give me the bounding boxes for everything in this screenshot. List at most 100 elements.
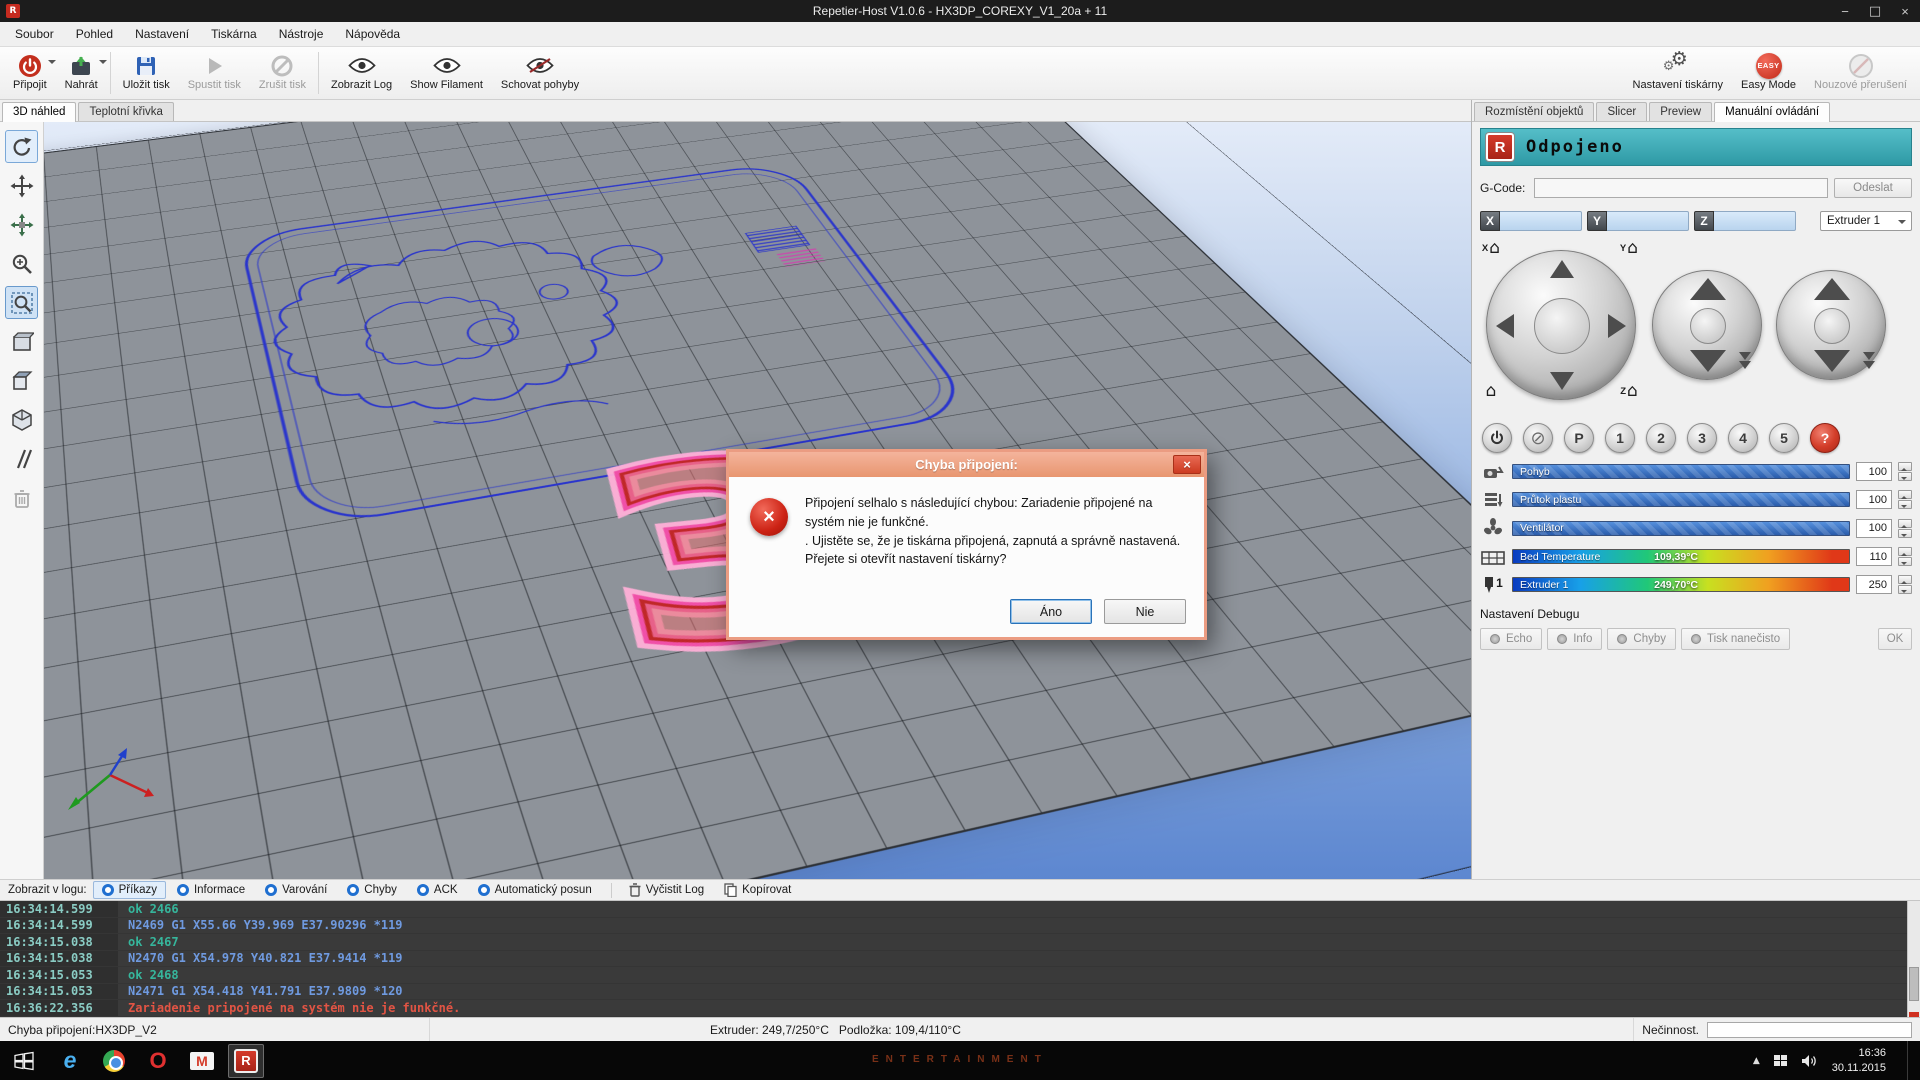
speed-spinner[interactable] bbox=[1898, 462, 1912, 481]
jog-z-minus-arrow[interactable] bbox=[1690, 350, 1726, 372]
start-button[interactable] bbox=[0, 1041, 48, 1080]
speed-value[interactable]: 100 bbox=[1856, 462, 1892, 481]
extruder-temp-gauge[interactable]: Extruder 1 249,70°C bbox=[1512, 577, 1850, 592]
preset-2-button[interactable]: 2 bbox=[1646, 423, 1676, 453]
menu-item-napoveda[interactable]: Nápověda bbox=[334, 23, 411, 45]
view-iso-button[interactable] bbox=[5, 403, 38, 436]
power-button[interactable] bbox=[1482, 423, 1512, 453]
filter-ack-button[interactable]: ACK bbox=[408, 881, 467, 899]
preset-3-button[interactable]: 3 bbox=[1687, 423, 1717, 453]
dialog-yes-button[interactable]: Áno bbox=[1010, 599, 1092, 624]
taskbar-ie-icon[interactable]: e bbox=[52, 1044, 88, 1078]
axis-x-position[interactable]: X bbox=[1480, 211, 1582, 231]
fan-spinner[interactable] bbox=[1898, 519, 1912, 538]
gcode-input[interactable] bbox=[1534, 178, 1828, 198]
send-gcode-button[interactable]: Odeslat bbox=[1834, 178, 1912, 198]
taskbar-chrome-icon[interactable] bbox=[96, 1044, 132, 1078]
filter-info-button[interactable]: Informace bbox=[168, 881, 254, 899]
fan-slider[interactable]: Ventilátor bbox=[1512, 521, 1850, 536]
extruder-jog-knob[interactable] bbox=[1814, 308, 1850, 344]
show-filament-button[interactable]: Show Filament bbox=[401, 47, 492, 99]
debug-dry-run-button[interactable]: Tisk nanečisto bbox=[1681, 628, 1790, 650]
debug-info-button[interactable]: Info bbox=[1547, 628, 1602, 650]
cancel-print-button[interactable]: Zrušit tisk bbox=[250, 47, 315, 99]
filter-warnings-button[interactable]: Varování bbox=[256, 881, 336, 899]
taskbar-clock[interactable]: 16:36 30.11.2015 bbox=[1832, 1046, 1886, 1075]
taskbar-gmail-icon[interactable]: M bbox=[184, 1044, 220, 1078]
tab-temperature-curve[interactable]: Teplotní křivka bbox=[78, 102, 174, 121]
preset-4-button[interactable]: 4 bbox=[1728, 423, 1758, 453]
jog-y-plus-arrow[interactable] bbox=[1550, 260, 1574, 278]
window-close-button[interactable]: × bbox=[1890, 0, 1920, 22]
window-maximize-button[interactable]: □ bbox=[1860, 0, 1890, 22]
bed-temp-spinner[interactable] bbox=[1898, 547, 1912, 566]
preset-1-button[interactable]: 1 bbox=[1605, 423, 1635, 453]
connect-button[interactable]: Připojit bbox=[4, 47, 56, 99]
filter-errors-button[interactable]: Chyby bbox=[338, 881, 406, 899]
clear-log-button[interactable]: Vyčistit Log bbox=[620, 880, 713, 900]
copy-log-button[interactable]: Kopírovat bbox=[715, 880, 800, 900]
rotate-view-button[interactable] bbox=[5, 130, 38, 163]
menu-item-soubor[interactable]: Soubor bbox=[4, 23, 65, 45]
log-output[interactable]: 16:34:14.599ok 2466 16:34:14.599N2469 G1… bbox=[0, 901, 1920, 1017]
preset-5-button[interactable]: 5 bbox=[1769, 423, 1799, 453]
filter-commands-button[interactable]: Příkazy bbox=[93, 881, 166, 899]
axis-y-position[interactable]: Y bbox=[1587, 211, 1689, 231]
z-jog-knob[interactable] bbox=[1690, 308, 1726, 344]
menu-item-pohled[interactable]: Pohled bbox=[65, 23, 124, 45]
parallel-projection-button[interactable] bbox=[5, 442, 38, 475]
filter-autoscroll-button[interactable]: Automatický posun bbox=[469, 881, 601, 899]
start-print-button[interactable]: Spustit tisk bbox=[179, 47, 250, 99]
extruder-temp-target[interactable]: 250 bbox=[1856, 575, 1892, 594]
show-log-button[interactable]: Zobrazit Log bbox=[322, 47, 401, 99]
debug-ok-button[interactable]: OK bbox=[1878, 628, 1912, 650]
printer-settings-button[interactable]: ⚙ ⚙ Nastavení tiskárny bbox=[1624, 47, 1732, 99]
hide-moves-button[interactable]: Schovat pohyby bbox=[492, 47, 588, 99]
dialog-title-bar[interactable]: Chyba připojení: × bbox=[729, 452, 1204, 477]
show-desktop-button[interactable] bbox=[1907, 1041, 1916, 1080]
tab-3d-view[interactable]: 3D náhled bbox=[2, 102, 76, 122]
menu-item-tiskarna[interactable]: Tiskárna bbox=[200, 23, 268, 45]
jog-z-plus-arrow[interactable] bbox=[1690, 278, 1726, 300]
scrollbar-thumb[interactable] bbox=[1909, 967, 1919, 1001]
jog-x-minus-arrow[interactable] bbox=[1496, 314, 1514, 338]
home-x-button[interactable]: X ⌂ bbox=[1478, 237, 1504, 259]
log-scrollbar[interactable] bbox=[1907, 901, 1920, 1017]
easy-mode-button[interactable]: EASY Easy Mode bbox=[1732, 47, 1805, 99]
jog-x-plus-arrow[interactable] bbox=[1608, 314, 1626, 338]
window-minimize-button[interactable]: − bbox=[1830, 0, 1860, 22]
move-view-button[interactable] bbox=[5, 169, 38, 202]
delete-object-button[interactable] bbox=[5, 481, 38, 514]
zoom-button[interactable] bbox=[5, 247, 38, 280]
debug-echo-button[interactable]: Echo bbox=[1480, 628, 1542, 650]
extrude-arrow[interactable] bbox=[1814, 350, 1850, 372]
taskbar-repetier-icon[interactable]: R bbox=[228, 1044, 264, 1078]
jog-y-minus-arrow[interactable] bbox=[1550, 372, 1574, 390]
z-jog-pad[interactable] bbox=[1652, 270, 1762, 380]
view-front-button[interactable] bbox=[5, 325, 38, 358]
speed-slider[interactable]: Pohyb bbox=[1512, 464, 1850, 479]
flow-slider[interactable]: Průtok plastu bbox=[1512, 492, 1850, 507]
tab-object-placement[interactable]: Rozmístění objektů bbox=[1474, 102, 1594, 121]
tab-manual-control[interactable]: Manuální ovládání bbox=[1714, 102, 1830, 122]
move-object-button[interactable] bbox=[5, 208, 38, 241]
xy-jog-pad[interactable] bbox=[1486, 250, 1636, 400]
dialog-close-button[interactable]: × bbox=[1173, 455, 1201, 474]
home-z-button[interactable]: Z ⌂ bbox=[1616, 380, 1642, 402]
connect-dropdown-caret[interactable] bbox=[48, 60, 56, 68]
z-fast-move-icon[interactable] bbox=[1739, 352, 1751, 369]
speaker-icon[interactable] bbox=[1801, 1054, 1817, 1068]
retract-arrow[interactable] bbox=[1814, 278, 1850, 300]
xy-jog-knob[interactable] bbox=[1534, 298, 1590, 354]
flow-spinner[interactable] bbox=[1898, 490, 1912, 509]
park-button[interactable]: P bbox=[1564, 423, 1594, 453]
flow-value[interactable]: 100 bbox=[1856, 490, 1892, 509]
bed-temp-target[interactable]: 110 bbox=[1856, 547, 1892, 566]
extruder-temp-spinner[interactable] bbox=[1898, 575, 1912, 594]
load-button[interactable]: Nahrát bbox=[56, 47, 107, 99]
bed-temp-gauge[interactable]: Bed Temperature 109,39°C bbox=[1512, 549, 1850, 564]
menu-item-nastaveni[interactable]: Nastavení bbox=[124, 23, 200, 45]
load-dropdown-caret[interactable] bbox=[99, 60, 107, 68]
home-y-button[interactable]: Y ⌂ bbox=[1616, 237, 1642, 259]
extrude-fast-icon[interactable] bbox=[1863, 352, 1875, 369]
